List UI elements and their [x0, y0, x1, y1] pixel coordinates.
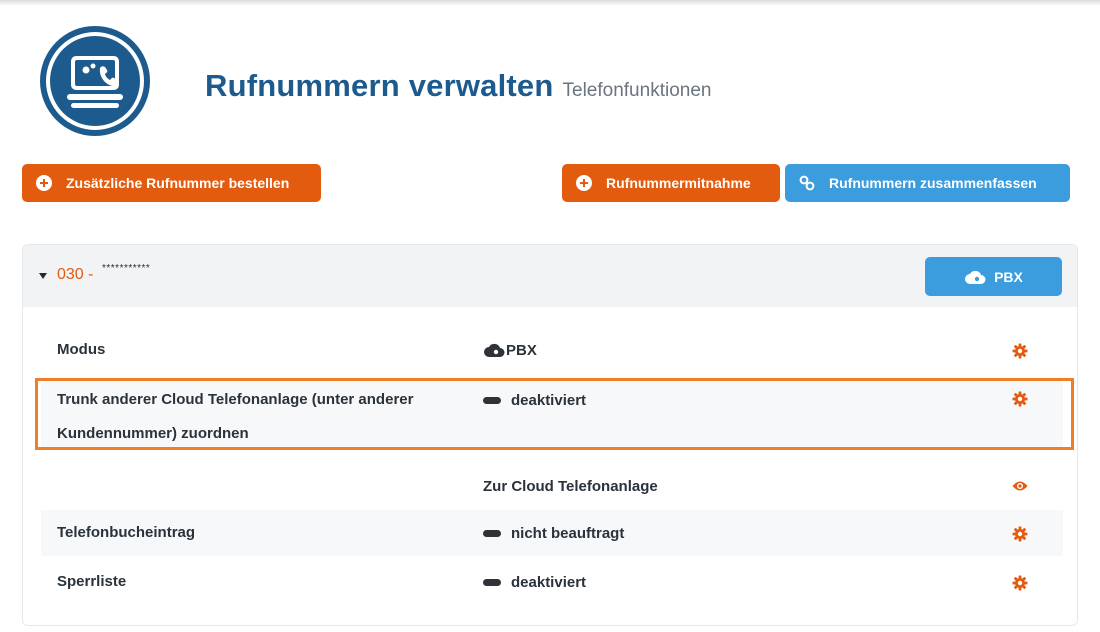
masked-number: *********** [102, 263, 151, 274]
status-off-icon [483, 396, 501, 404]
row-trunk: Trunk anderer Cloud Telefonanlage (unter… [41, 381, 1063, 449]
status-off-icon [483, 529, 501, 537]
row-label-line1: Trunk anderer Cloud Telefonanlage (unter… [57, 391, 414, 408]
page-subtitle: Telefonfunktionen [562, 80, 712, 101]
number-porting-button[interactable]: Rufnummermitnahme [562, 164, 780, 202]
row-value: nicht beauftragt [483, 518, 624, 548]
pbx-mode-button[interactable]: PBX [925, 257, 1062, 296]
row-value-text: PBX [506, 341, 537, 359]
row-label: Telefonbucheintrag [57, 524, 196, 541]
row-value-text: nicht beauftragt [511, 524, 625, 542]
row-phonebook: Telefonbucheintrag nicht beauftragt [41, 510, 1063, 556]
gear-icon[interactable] [1012, 575, 1028, 591]
eye-icon[interactable] [1012, 478, 1028, 494]
number-porting-label: Rufnummermitnahme [606, 175, 751, 191]
plus-circle-icon [36, 175, 52, 191]
gear-icon[interactable] [1012, 391, 1028, 407]
caret-down-icon[interactable] [39, 273, 47, 279]
plus-circle-icon [576, 175, 592, 191]
pbx-mode-label: PBX [994, 268, 1023, 285]
order-number-label: Zusätzliche Rufnummer bestellen [66, 175, 290, 191]
top-shadow [0, 0, 1100, 6]
order-number-button[interactable]: Zusätzliche Rufnummer bestellen [22, 164, 321, 202]
row-modus: Modus PBX [41, 331, 1063, 367]
row-value: PBX [483, 335, 537, 365]
row-label: Sperrliste [57, 573, 127, 590]
row-label: Modus [57, 341, 106, 358]
link-icon [799, 175, 815, 191]
number-prefix: 030 - [57, 266, 94, 283]
number-panel-header[interactable]: 030 - *********** PBX [23, 245, 1077, 307]
cloud-icon [964, 269, 986, 285]
row-value-text: deaktiviert [511, 391, 587, 409]
number-panel: 030 - *********** PBX Modus PBX Trunk an… [22, 244, 1078, 626]
row-blocklist: Sperrliste deaktiviert [41, 563, 1063, 603]
computer-phone-icon [38, 24, 152, 138]
page-title: Rufnummern verwalten [205, 68, 554, 103]
cloud-icon [483, 342, 505, 358]
row-value: deaktiviert [483, 567, 586, 597]
gear-icon[interactable] [1012, 526, 1028, 542]
gear-icon[interactable] [1012, 343, 1028, 359]
row-cloud-pbx-link: Zur Cloud Telefonanlage [41, 467, 1063, 503]
row-value-text: deaktiviert [511, 573, 587, 591]
page-header: Rufnummern verwalten Telefonfunktionen [205, 68, 711, 104]
status-off-icon [483, 578, 501, 586]
merge-numbers-label: Rufnummern zusammenfassen [829, 175, 1037, 191]
merge-numbers-button[interactable]: Rufnummern zusammenfassen [785, 164, 1070, 202]
row-value-text[interactable]: Zur Cloud Telefonanlage [483, 471, 658, 501]
row-value: deaktiviert [483, 385, 586, 415]
row-label-line2: Kundennummer) zuordnen [57, 425, 249, 442]
